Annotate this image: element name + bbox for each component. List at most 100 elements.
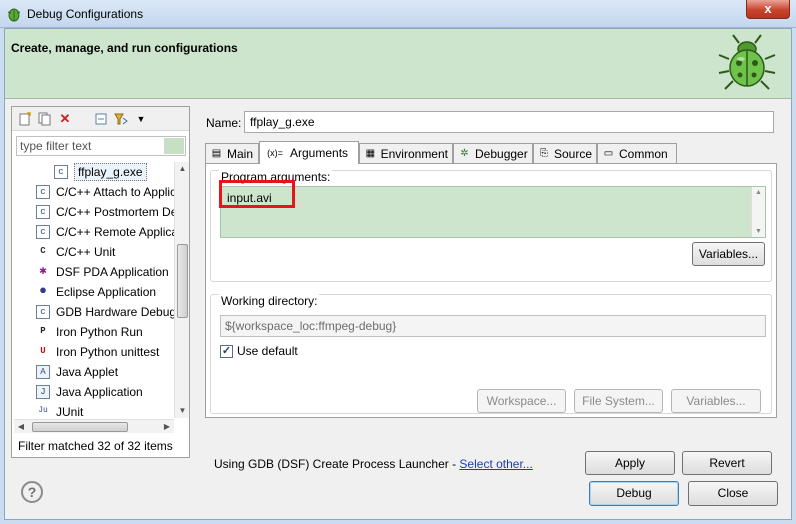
filter-input[interactable] xyxy=(16,136,186,156)
tree-item-cpp-unit[interactable]: C C/C++ Unit xyxy=(36,242,174,262)
tab-label: Environment xyxy=(380,146,448,161)
args-scrollbar[interactable]: ▲ ▼ xyxy=(751,187,765,237)
filter-configurations-icon[interactable] xyxy=(112,110,130,128)
main-tab-icon: ▤ xyxy=(211,148,222,159)
configuration-tabs: ▤ Main (x)= Arguments ▦ Environment ✲ De… xyxy=(205,141,773,164)
tree-horizontal-scrollbar[interactable]: ◀ ▶ xyxy=(14,419,174,433)
java-app-icon: J xyxy=(36,385,50,399)
apply-button[interactable]: Apply xyxy=(585,451,675,475)
tab-label: Arguments xyxy=(290,146,349,160)
collapse-all-icon[interactable] xyxy=(92,110,110,128)
tree-item-label: Java Applet xyxy=(56,365,119,379)
tree-item-label: Iron Python Run xyxy=(56,325,143,339)
c-remote-icon: c xyxy=(36,225,50,239)
working-directory-group: Working directory: ${workspace_loc:ffmpe… xyxy=(210,294,772,414)
tree-item-ffplay[interactable]: c ffplay_g.exe xyxy=(54,162,174,182)
arguments-tab-body: Program arguments: input.avi ▲ ▼ Variabl… xyxy=(205,163,777,418)
window-close-button[interactable]: x xyxy=(746,0,790,19)
left-toolbar: ✕ ▼ xyxy=(12,107,189,131)
scroll-left-icon[interactable]: ◀ xyxy=(14,420,28,434)
variables-button[interactable]: Variables... xyxy=(692,242,765,266)
new-configuration-icon[interactable] xyxy=(16,110,34,128)
tree-item-iron-python-run[interactable]: P Iron Python Run xyxy=(36,322,174,342)
banner-heading: Create, manage, and run configurations xyxy=(11,41,238,55)
args-scroll-up-icon[interactable]: ▲ xyxy=(752,189,765,196)
tree-item-label: C/C++ Unit xyxy=(56,245,116,259)
tree-item-label: DSF PDA Application xyxy=(56,265,169,279)
delete-configuration-icon[interactable]: ✕ xyxy=(56,110,74,128)
scroll-down-icon[interactable]: ▼ xyxy=(175,404,190,418)
tab-main[interactable]: ▤ Main xyxy=(205,143,259,163)
tree-item-label: C/C++ Remote Application xyxy=(56,225,174,239)
window-title: Debug Configurations xyxy=(27,7,144,21)
tree-item-label: Iron Python unittest xyxy=(56,345,160,359)
use-default-label: Use default xyxy=(237,344,298,358)
filter-status-text: Filter matched 32 of 32 items xyxy=(18,439,173,453)
clear-filter-icon[interactable] xyxy=(164,138,184,154)
configuration-list-panel: ✕ ▼ c ffplay_g.exe c C/C++ Attach to App… xyxy=(11,106,190,458)
debugger-tab-icon: ✲ xyxy=(460,148,469,159)
close-button[interactable]: Close xyxy=(688,481,778,506)
tree-item-cpp-attach[interactable]: c C/C++ Attach to Application xyxy=(36,182,174,202)
scroll-up-icon[interactable]: ▲ xyxy=(175,162,190,176)
tree-item-java-application[interactable]: J Java Application xyxy=(36,382,174,402)
help-icon[interactable]: ? xyxy=(21,481,43,503)
name-label: Name: xyxy=(206,116,242,130)
tab-label: Common xyxy=(619,146,668,161)
junit-icon: Ju xyxy=(38,406,48,415)
tab-label: Main xyxy=(227,146,254,161)
select-other-link[interactable]: Select other... xyxy=(459,457,532,471)
highlight-box xyxy=(219,180,295,208)
program-arguments-textarea[interactable]: input.avi ▲ ▼ xyxy=(220,186,766,238)
tree-item-label: GDB Hardware Debugging xyxy=(56,305,174,319)
working-directory-label: Working directory: xyxy=(219,294,320,308)
c-unit-icon: C xyxy=(40,246,46,256)
scroll-right-icon[interactable]: ▶ xyxy=(160,420,174,434)
use-default-checkbox[interactable]: ✓ xyxy=(220,345,233,358)
tree-item-label: JUnit xyxy=(56,405,84,418)
tab-debugger[interactable]: ✲ Debugger xyxy=(453,143,533,163)
tree-item-junit[interactable]: Ju JUnit xyxy=(36,402,174,418)
tab-common[interactable]: ▭ Common xyxy=(597,143,677,163)
debug-configurations-dialog: Create, manage, and run configurations ✕… xyxy=(4,28,792,520)
c-postmortem-icon: c xyxy=(36,205,50,219)
file-system-button[interactable]: File System... xyxy=(574,389,663,413)
tab-label: Debugger xyxy=(475,146,528,161)
tree-item-cpp-postmortem[interactable]: c C/C++ Postmortem Debugger xyxy=(36,202,174,222)
tree-item-cpp-remote[interactable]: c C/C++ Remote Application xyxy=(36,222,174,242)
variables-disabled-button[interactable]: Variables... xyxy=(671,389,761,413)
c-attach-icon: c xyxy=(36,185,50,199)
dialog-banner: Create, manage, and run configurations xyxy=(5,29,791,99)
source-tab-icon: ⎘ xyxy=(539,148,548,159)
tree-item-eclipse-app[interactable]: ● Eclipse Application xyxy=(36,282,174,302)
tree-item-label: C/C++ Attach to Application xyxy=(56,185,174,199)
tree-item-dsf-pda[interactable]: ✱ DSF PDA Application xyxy=(36,262,174,282)
vertical-scroll-thumb[interactable] xyxy=(177,244,188,318)
launcher-text: Using GDB (DSF) Create Process Launcher … xyxy=(214,457,460,471)
revert-button[interactable]: Revert xyxy=(682,451,772,475)
configuration-editor-panel: Name: ffplay_g.exe ▤ Main (x)= Arguments… xyxy=(200,106,780,475)
iron-python-icon: P xyxy=(40,326,46,336)
name-input[interactable]: ffplay_g.exe xyxy=(244,111,774,133)
tab-source[interactable]: ⎘ Source xyxy=(533,143,597,163)
dsf-pda-icon: ✱ xyxy=(39,264,47,278)
tree-item-label: Eclipse Application xyxy=(56,285,157,299)
view-menu-chevron-down-icon[interactable]: ▼ xyxy=(132,110,150,128)
working-directory-input[interactable]: ${workspace_loc:ffmpeg-debug} xyxy=(220,315,766,337)
tab-arguments[interactable]: (x)= Arguments xyxy=(259,141,359,164)
debug-button[interactable]: Debug xyxy=(589,481,679,506)
iron-python-unittest-icon: U xyxy=(40,346,46,356)
launcher-info: Using GDB (DSF) Create Process Launcher … xyxy=(214,457,533,471)
tree-item-iron-python-unittest[interactable]: U Iron Python unittest xyxy=(36,342,174,362)
workspace-button[interactable]: Workspace... xyxy=(477,389,566,413)
tree-item-gdb-hardware[interactable]: c GDB Hardware Debugging xyxy=(36,302,174,322)
tree-item-java-applet[interactable]: A Java Applet xyxy=(36,362,174,382)
tree-vertical-scrollbar[interactable]: ▲ ▼ xyxy=(174,162,189,418)
duplicate-configuration-icon[interactable] xyxy=(36,110,54,128)
arguments-tab-icon: (x)= xyxy=(267,147,283,158)
debug-bug-icon xyxy=(718,34,776,90)
args-scroll-down-icon[interactable]: ▼ xyxy=(752,228,765,235)
tab-environment[interactable]: ▦ Environment xyxy=(359,143,453,163)
common-tab-icon: ▭ xyxy=(603,148,614,159)
horizontal-scroll-thumb[interactable] xyxy=(32,422,128,432)
